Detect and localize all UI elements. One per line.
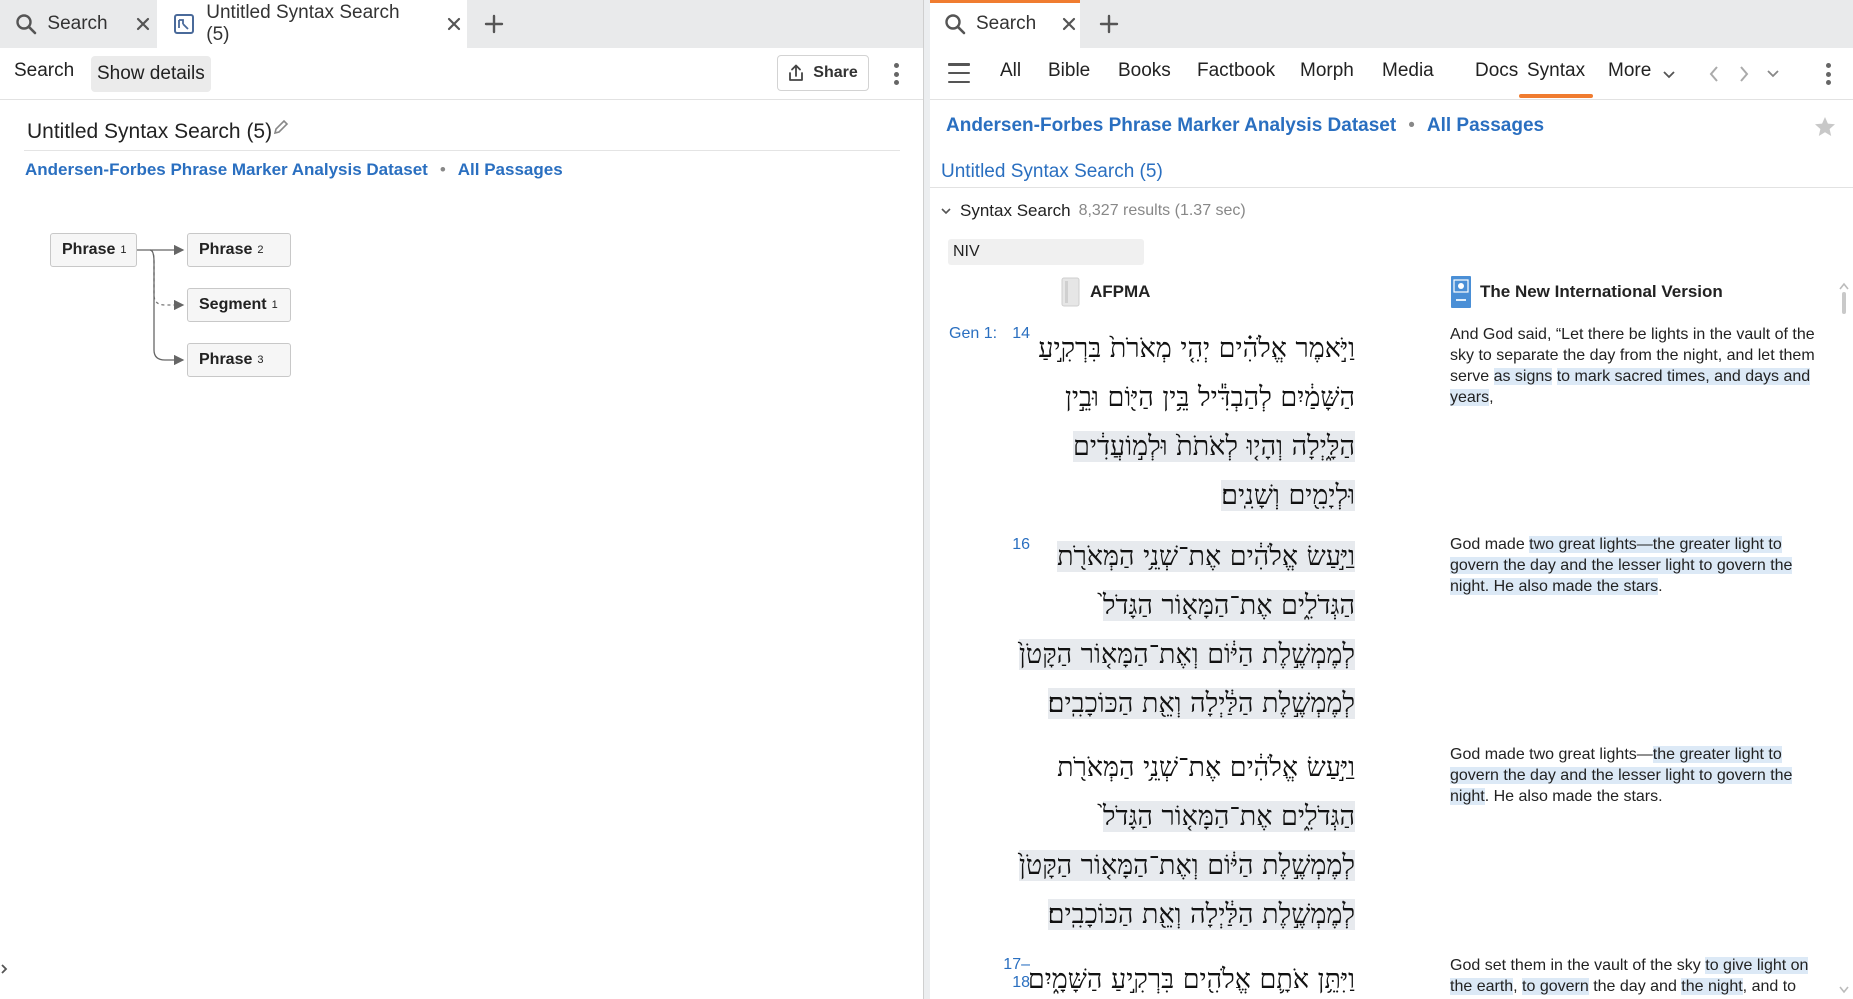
highlighted-match[interactable]: וּלְיָמִ֖ים וְשָׁנִֽים׃	[1221, 480, 1355, 511]
hebrew-line: וַיֹּ֣אמֶר אֱלֹהִ֗ים יְהִ֤י מְאֹרֹת֙ בִּ…	[975, 324, 1355, 373]
hebrew-line: וּלְיָמִ֖ים וְשָׁנִֽים׃	[975, 471, 1355, 520]
search-breadcrumb: Andersen-Forbes Phrase Marker Analysis D…	[946, 115, 1544, 137]
book-icon	[1061, 277, 1080, 307]
breadcrumb-separator: •	[1408, 115, 1415, 136]
text-segment[interactable]: וַיַּ֣עַשׂ אֱלֹהִ֔ים אֶת־שְׁנֵ֥י הַמְּאֹ…	[1057, 752, 1355, 783]
search-title-link[interactable]: Untitled Syntax Search (5)	[941, 161, 1163, 183]
hebrew-line: הַלָּ֑יְלָה וְהָי֤וּ לְאֹתֹת֙ וּלְמ֣וֹעֲ…	[975, 422, 1355, 471]
search-nav-bar: All Bible Books Factbook Morph Media Doc…	[930, 48, 1853, 100]
add-tab-button[interactable]	[1095, 10, 1123, 38]
niv-book-icon	[1451, 276, 1471, 308]
english-text[interactable]: God made two great lights—the greater li…	[1450, 534, 1835, 597]
text-segment[interactable]: ,	[1513, 978, 1522, 995]
diagram-node-phrase-3[interactable]: Phrase 3	[187, 343, 291, 377]
hamburger-menu-icon[interactable]	[948, 63, 970, 83]
text-segment[interactable]: , and to	[1743, 978, 1796, 995]
hebrew-text[interactable]: וַיַּ֣עַשׂ אֱלֹהִ֔ים אֶת־שְׁנֵ֥י הַמְּאֹ…	[975, 532, 1355, 728]
hebrew-line: לְמֶמְשֶׁ֣לֶת הַלַּ֔יְלָה וְאֵ֖ת הַכּוֹכ…	[975, 890, 1355, 939]
forward-chevron-icon[interactable]	[1733, 63, 1755, 85]
diagram-node-phrase-2[interactable]: Phrase 2	[187, 233, 291, 267]
more-dropdown-chevron-icon[interactable]	[1658, 64, 1680, 86]
hebrew-line: הַשָּׁמַ֔יִם לְהַבְדִּ֕יל בֵּ֥ין הַיּ֖וֹ…	[975, 373, 1355, 422]
highlighted-match[interactable]: הַגְּדֹלִ֑ים אֶת־הַמָּא֤וֹר הַגָּדֹל֙	[1102, 590, 1355, 621]
text-segment[interactable]: ,	[1489, 389, 1493, 406]
text-segment[interactable]: God made	[1450, 536, 1529, 553]
active-tab-indicator	[930, 0, 1080, 3]
scroll-up-arrow-icon[interactable]	[1838, 278, 1850, 290]
highlighted-match[interactable]: לְמֶמְשֶׁ֣לֶת הַיּ֔וֹם וְאֶת־הַמָּא֤וֹר …	[1019, 850, 1355, 881]
more-options-icon[interactable]	[1823, 59, 1833, 89]
highlighted-match[interactable]: as signs	[1493, 368, 1553, 385]
english-text[interactable]: God made two great lights—the greater li…	[1450, 744, 1835, 807]
diagram-node-segment-1[interactable]: Segment 1	[187, 288, 291, 322]
highlighted-match[interactable]: to govern	[1522, 978, 1589, 995]
text-segment[interactable]: הַשָּׁמַ֔יִם לְהַבְדִּ֕יל בֵּ֥ין הַיּ֖וֹ…	[1065, 382, 1355, 413]
english-text[interactable]: God set them in the vault of the sky to …	[1450, 955, 1835, 997]
search-icon	[944, 11, 966, 37]
text-segment[interactable]: . He also made the stars.	[1485, 788, 1663, 805]
english-text[interactable]: And God said, “Let there be lights in th…	[1450, 324, 1835, 408]
hebrew-line: לְמֶמְשֶׁ֣לֶת הַיּ֔וֹם וְאֶת־הַמָּא֤וֹר …	[975, 841, 1355, 890]
expand-panel-chevron-icon[interactable]	[0, 958, 10, 980]
favorite-star-icon[interactable]	[1813, 115, 1837, 139]
right-tab-strip: Search	[930, 0, 1853, 48]
highlighted-match[interactable]: הַגְּדֹלִ֑ים אֶת־הַמָּא֤וֹר הַגָּדֹל֙	[1102, 801, 1355, 832]
version-filter-input[interactable]: NIV	[948, 239, 1144, 265]
hebrew-line: הַגְּדֹלִ֑ים אֶת־הַמָּא֤וֹר הַגָּדֹל֙	[975, 581, 1355, 630]
hebrew-line: לְמֶמְשֶׁ֣לֶת הַלַּ֔יְלָה וְאֵ֖ת הַכּוֹכ…	[975, 679, 1355, 728]
nav-more[interactable]: More	[1608, 60, 1651, 100]
hebrew-text[interactable]: וַיֹּ֣אמֶר אֱלֹהִ֗ים יְהִ֤י מְאֹרֹת֙ בִּ…	[975, 324, 1355, 520]
result-count: 8,327 results (1.37 sec)	[1078, 202, 1246, 219]
nav-bible[interactable]: Bible	[1048, 60, 1090, 100]
hebrew-text[interactable]: וַיַּ֣עַשׂ אֱלֹהִ֔ים אֶת־שְׁנֵ֥י הַמְּאֹ…	[975, 743, 1355, 939]
title-divider	[930, 187, 1853, 188]
collapse-chevron-icon	[941, 208, 951, 215]
text-segment[interactable]: וַיִּתֵּ֥ן אֹתָ֛ם אֱלֹהִ֖ים בִּרְקִ֣יעַ …	[1028, 964, 1355, 995]
nav-syntax[interactable]: Syntax	[1518, 60, 1594, 100]
hebrew-text[interactable]: וַיִּתֵּ֥ן אֹתָ֛ם אֱלֹהִ֖ים בִּרְקִ֣יעַ …	[975, 955, 1355, 999]
hebrew-line: לְמֶמְשֶׁ֣לֶת הַיּ֔וֹם וְאֶת־הַמָּא֤וֹר …	[975, 630, 1355, 679]
nav-all[interactable]: All	[1000, 60, 1021, 100]
hebrew-line: וַיַּ֣עַשׂ אֱלֹהִ֔ים אֶת־שְׁנֵ֥י הַמְּאֹ…	[975, 743, 1355, 792]
history-dropdown-chevron-icon[interactable]	[1762, 63, 1784, 85]
plus-icon	[1099, 14, 1119, 34]
syntax-diagram-connectors	[137, 244, 185, 366]
text-segment[interactable]: .	[1658, 578, 1662, 595]
highlighted-match[interactable]: וַיַּ֣עַשׂ אֱלֹהִ֔ים אֶת־שְׁנֵ֥י הַמְּאֹ…	[1057, 541, 1355, 572]
left-pane: Search Untitled Syntax Search (5) Search	[0, 0, 924, 999]
nav-morph[interactable]: Morph	[1300, 60, 1354, 100]
highlighted-match[interactable]: הַלָּ֑יְלָה וְהָי֤וּ לְאֹתֹת֙ וּלְמ֣וֹעֲ…	[1073, 431, 1355, 462]
back-chevron-icon[interactable]	[1703, 63, 1725, 85]
dataset-link[interactable]: Andersen-Forbes Phrase Marker Analysis D…	[946, 115, 1396, 137]
highlighted-match[interactable]: לְמֶמְשֶׁ֣לֶת הַלַּ֔יְלָה וְאֵ֖ת הַכּוֹכ…	[1047, 899, 1355, 930]
text-segment[interactable]: וַיֹּ֣אמֶר אֱלֹהִ֗ים יְהִ֤י מְאֹרֹת֙ בִּ…	[1038, 333, 1355, 364]
hebrew-line: וַיַּ֣עַשׂ אֱלֹהִ֔ים אֶת־שְׁנֵ֥י הַמְּאֹ…	[975, 532, 1355, 581]
section-label: Syntax Search	[960, 201, 1071, 220]
nav-docs[interactable]: Docs	[1475, 60, 1518, 100]
right-pane: Search All Bible Books Factbook Morph Me…	[930, 0, 1853, 999]
highlighted-match[interactable]: לְמֶמְשֶׁ֣לֶת הַלַּ֔יְלָה וְאֵ֖ת הַכּוֹכ…	[1047, 688, 1355, 719]
hebrew-line: וַיִּתֵּ֥ן אֹתָ֛ם אֱלֹהִ֖ים בִּרְקִ֣יעַ …	[975, 955, 1355, 999]
text-segment[interactable]: God made two great lights—	[1450, 746, 1653, 763]
highlighted-match[interactable]: לְמֶמְשֶׁ֣לֶת הַיּ֔וֹם וְאֶת־הַמָּא֤וֹר …	[1019, 639, 1355, 670]
nav-books[interactable]: Books	[1118, 60, 1171, 100]
close-icon[interactable]	[1058, 11, 1080, 37]
tab-label: Search	[976, 13, 1037, 34]
highlighted-match[interactable]: the night	[1681, 978, 1743, 995]
syntax-search-section-header[interactable]: Syntax Search 8,327 results (1.37 sec)	[940, 201, 1246, 221]
diagram-node-phrase-1[interactable]: Phrase 1	[50, 233, 137, 267]
column-header-afpma[interactable]: AFPMA	[1060, 275, 1150, 309]
column-header-niv[interactable]: The New International Version	[1450, 275, 1723, 309]
passages-link[interactable]: All Passages	[1427, 115, 1544, 137]
nav-media[interactable]: Media	[1382, 60, 1434, 100]
hebrew-line: הַגְּדֹלִ֑ים אֶת־הַמָּא֤וֹר הַגָּדֹל֙	[975, 792, 1355, 841]
text-segment[interactable]: the day and	[1589, 978, 1682, 995]
tab-search-right[interactable]: Search	[930, 0, 1080, 48]
text-segment[interactable]: God set them in the vault of the sky	[1450, 957, 1705, 974]
scrollbar-thumb[interactable]	[1842, 292, 1846, 314]
scroll-down-arrow-icon[interactable]	[1838, 982, 1850, 994]
nav-factbook[interactable]: Factbook	[1197, 60, 1275, 100]
